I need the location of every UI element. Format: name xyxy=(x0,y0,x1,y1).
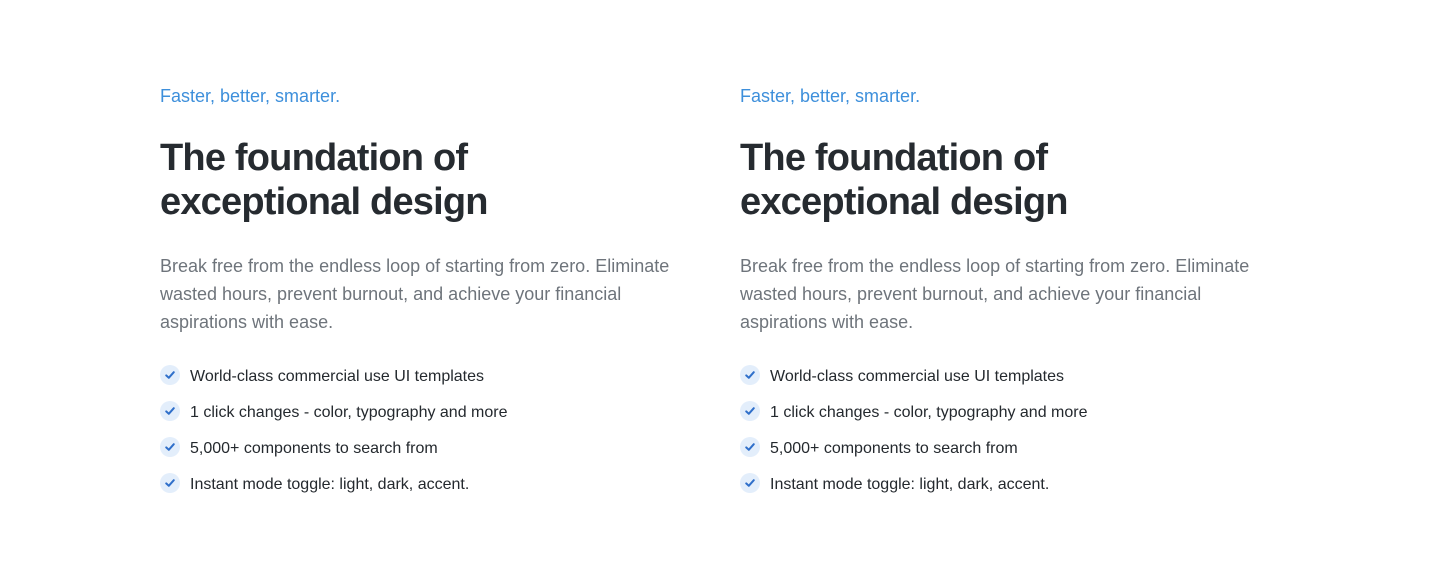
feature-item: World-class commercial use UI templates xyxy=(740,359,1280,395)
check-icon xyxy=(740,473,760,493)
feature-item: Instant mode toggle: light, dark, accent… xyxy=(740,467,1280,503)
check-icon xyxy=(740,437,760,457)
feature-section-right: Faster, better, smarter. The foundation … xyxy=(740,84,1280,503)
feature-item: Instant mode toggle: light, dark, accent… xyxy=(160,467,700,503)
check-icon xyxy=(160,401,180,421)
feature-label: World-class commercial use UI templates xyxy=(770,368,1065,385)
headline-line-1: The foundation of xyxy=(160,137,468,179)
feature-label: 5,000+ components to search from xyxy=(190,440,438,457)
section-description: Break free from the endless loop of star… xyxy=(160,256,670,332)
section-description: Break free from the endless loop of star… xyxy=(740,256,1250,332)
section-headline: The foundation of exceptional design xyxy=(160,136,700,224)
eyebrow-text: Faster, better, smarter. xyxy=(160,86,341,106)
feature-label: 1 click changes - color, typography and … xyxy=(770,404,1088,421)
feature-list: World-class commercial use UI templates … xyxy=(740,359,1280,503)
headline-line-2: exceptional design xyxy=(160,181,489,223)
feature-item: 1 click changes - color, typography and … xyxy=(160,395,700,431)
feature-label: Instant mode toggle: light, dark, accent… xyxy=(190,476,470,493)
feature-item: 5,000+ components to search from xyxy=(740,431,1280,467)
section-headline: The foundation of exceptional design xyxy=(740,136,1280,224)
feature-item: 5,000+ components to search from xyxy=(160,431,700,467)
feature-item: 1 click changes - color, typography and … xyxy=(740,395,1280,431)
feature-label: 1 click changes - color, typography and … xyxy=(190,404,508,421)
headline-line-1: The foundation of xyxy=(740,137,1048,179)
feature-label: World-class commercial use UI templates xyxy=(190,368,485,385)
check-icon xyxy=(160,437,180,457)
feature-label: 5,000+ components to search from xyxy=(770,440,1018,457)
feature-list: World-class commercial use UI templates … xyxy=(160,359,700,503)
feature-section-left: Faster, better, smarter. The foundation … xyxy=(160,84,700,503)
eyebrow-text: Faster, better, smarter. xyxy=(740,86,921,106)
feature-label: Instant mode toggle: light, dark, accent… xyxy=(770,476,1050,493)
feature-item: World-class commercial use UI templates xyxy=(160,359,700,395)
check-icon xyxy=(160,473,180,493)
check-icon xyxy=(740,365,760,385)
check-icon xyxy=(740,401,760,421)
check-icon xyxy=(160,365,180,385)
headline-line-2: exceptional design xyxy=(740,181,1069,223)
page: Faster, better, smarter. The foundation … xyxy=(0,0,1440,567)
